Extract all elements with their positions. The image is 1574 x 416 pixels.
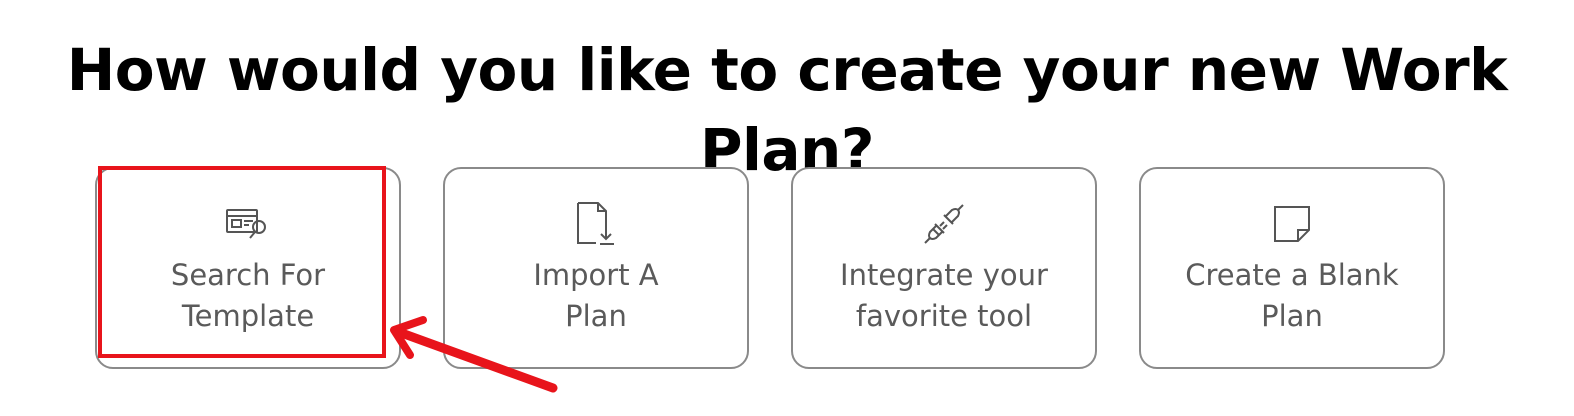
option-cards: Search For Template Import A Plan Integr… xyxy=(0,0,1574,416)
template-search-icon xyxy=(223,199,273,249)
card-label-line2: favorite tool xyxy=(855,299,1033,333)
card-label-line2: Plan xyxy=(565,299,627,333)
integrate-tool-card[interactable]: Integrate your favorite tool xyxy=(791,167,1097,369)
import-a-plan-card[interactable]: Import A Plan xyxy=(443,167,749,369)
card-label-line2: Template xyxy=(181,299,315,333)
create-blank-plan-card[interactable]: Create a Blank Plan xyxy=(1139,167,1445,369)
card-label-line1: Search For xyxy=(170,258,326,292)
blank-note-icon xyxy=(1267,199,1317,249)
plug-connector-icon xyxy=(919,199,969,249)
card-label-line1: Import A xyxy=(533,258,659,292)
card-label-line1: Integrate your xyxy=(840,258,1048,292)
search-for-template-card[interactable]: Search For Template xyxy=(95,167,401,369)
card-label-line2: Plan xyxy=(1261,299,1323,333)
card-label-line1: Create a Blank xyxy=(1185,258,1399,292)
import-file-icon xyxy=(571,199,621,249)
